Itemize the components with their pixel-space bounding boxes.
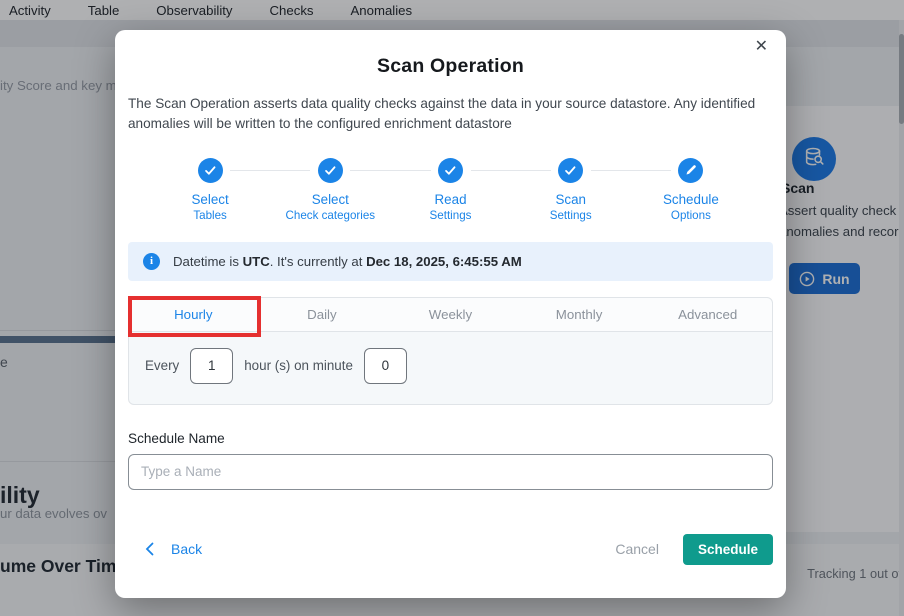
modal-title: Scan Operation [128, 55, 773, 78]
chevron-left-icon [145, 542, 154, 556]
step-label: Schedule [663, 192, 719, 207]
step-label: Read [435, 192, 467, 207]
hourly-panel: Every hour (s) on minute [129, 332, 772, 404]
schedule-name-label: Schedule Name [128, 431, 773, 446]
step-label: Select [191, 192, 228, 207]
modal-footer: Back Cancel Schedule [128, 534, 773, 565]
schedule-name-input[interactable] [128, 454, 773, 490]
modal-description: The Scan Operation asserts data quality … [128, 94, 773, 135]
check-icon [318, 158, 343, 183]
tab-monthly[interactable]: Monthly [515, 298, 644, 331]
step-read-settings[interactable]: Read Settings [390, 158, 510, 222]
check-icon [198, 158, 223, 183]
step-label: Select [312, 192, 349, 207]
utc-info-banner: i Datetime is UTC. It's currently at Dec… [128, 242, 773, 281]
frequency-tab-row: Hourly Daily Weekly Monthly Advanced [129, 298, 772, 332]
step-select-check-categories[interactable]: Select Check categories [270, 158, 390, 222]
scan-operation-modal: ✕ Scan Operation The Scan Operation asse… [115, 30, 786, 598]
banner-text: Datetime is UTC. It's currently at Dec 1… [173, 254, 522, 269]
step-scan-settings[interactable]: Scan Settings [511, 158, 631, 222]
footer-actions: Cancel Schedule [615, 534, 773, 565]
tab-daily[interactable]: Daily [258, 298, 387, 331]
wizard-stepper: Select Tables Select Check categories Re… [128, 158, 773, 222]
close-icon[interactable]: ✕ [751, 35, 772, 59]
back-button[interactable]: Back [128, 541, 202, 557]
minute-value-input[interactable] [364, 348, 407, 384]
tab-hourly[interactable]: Hourly [129, 298, 258, 331]
edit-icon [678, 158, 703, 183]
frequency-tabs-container: Hourly Daily Weekly Monthly Advanced Eve… [128, 297, 773, 405]
tab-advanced[interactable]: Advanced [643, 298, 772, 331]
back-label: Back [171, 541, 202, 557]
every-label: Every [145, 358, 179, 373]
step-sublabel: Settings [550, 209, 592, 222]
step-schedule-options[interactable]: Schedule Options [631, 158, 751, 222]
tab-weekly[interactable]: Weekly [386, 298, 515, 331]
info-icon: i [143, 253, 160, 270]
step-sublabel: Check categories [286, 209, 376, 222]
unit-label: hour (s) on minute [244, 358, 353, 373]
hour-value-input[interactable] [190, 348, 233, 384]
step-label: Scan [555, 192, 586, 207]
check-icon [438, 158, 463, 183]
step-sublabel: Options [671, 209, 711, 222]
step-sublabel: Tables [193, 209, 227, 222]
step-select-tables[interactable]: Select Tables [150, 158, 270, 222]
step-sublabel: Settings [430, 209, 472, 222]
schedule-button[interactable]: Schedule [683, 534, 773, 565]
cancel-button[interactable]: Cancel [615, 541, 659, 557]
check-icon [558, 158, 583, 183]
